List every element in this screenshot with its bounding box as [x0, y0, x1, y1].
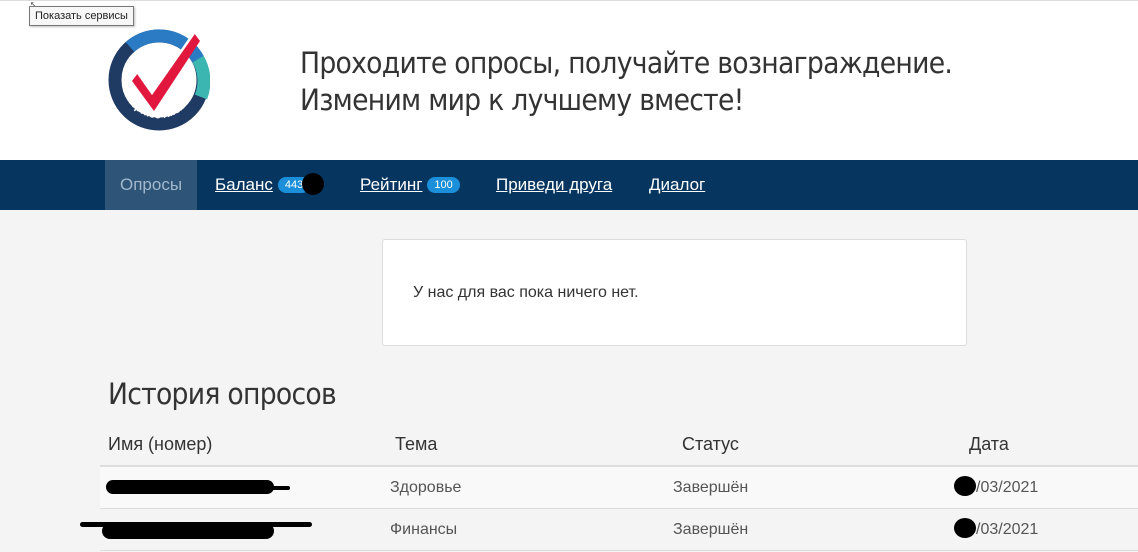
column-header-name: Имя (номер)	[108, 434, 213, 454]
main-navbar: Опросы Баланс 443 Рейтинг 100 Приведи друг…	[0, 160, 1138, 210]
redaction-mark	[954, 518, 976, 538]
empty-surveys-message: У нас для вас пока ничего нет.	[413, 284, 639, 301]
site-logo[interactable]: экспертное мнение	[105, 20, 211, 131]
history-title: История опросов	[108, 377, 337, 411]
nav-item-invite-friend[interactable]: Приведи друга	[496, 160, 612, 210]
rating-badge: 100	[427, 177, 460, 193]
redacted-name	[106, 480, 274, 494]
site-header: ↖ Показать сервисы экспертное мнение Про…	[0, 0, 1138, 160]
logo-icon: экспертное мнение	[105, 20, 211, 131]
redaction-mark	[302, 173, 325, 195]
nav-item-label: Опросы	[120, 175, 183, 194]
nav-item-label: Диалог	[649, 175, 706, 194]
row-date: /03/2021	[954, 509, 1038, 551]
row-topic: Здоровье	[390, 479, 462, 496]
redaction-mark	[954, 476, 976, 496]
row-status: Завершён	[673, 521, 749, 538]
tagline-line-2: Изменим мир к лучшему вместе!	[300, 83, 744, 117]
nav-item-label: Баланс	[215, 175, 273, 194]
column-header-date: Дата	[969, 434, 1009, 454]
empty-surveys-panel: У нас для вас пока ничего нет.	[382, 239, 967, 346]
nav-item-label: Рейтинг	[360, 175, 423, 194]
tagline: Проходите опросы, получайте вознагражден…	[300, 45, 953, 119]
column-header-status: Статус	[682, 434, 739, 454]
row-topic: Финансы	[390, 521, 458, 538]
row-date: /03/2021	[954, 467, 1038, 509]
redacted-name-body	[102, 523, 274, 539]
nav-item-balance[interactable]: Баланс 443	[215, 160, 325, 210]
nav-item-rating[interactable]: Рейтинг 100	[360, 160, 460, 210]
nav-item-label: Приведи друга	[496, 175, 613, 194]
nav-item-surveys[interactable]: Опросы	[105, 160, 198, 210]
column-header-topic: Тема	[395, 434, 438, 454]
table-row[interactable]: Финансы Завершён /03/2021	[80, 509, 1138, 551]
services-tooltip: Показать сервисы	[29, 6, 134, 26]
redacted-name-tail	[260, 486, 290, 490]
tagline-line-1: Проходите опросы, получайте вознагражден…	[300, 46, 953, 80]
nav-item-dialog[interactable]: Диалог	[649, 160, 705, 210]
table-row[interactable]: Здоровье Завершён /03/2021	[100, 467, 1138, 509]
row-status: Завершён	[673, 479, 749, 496]
